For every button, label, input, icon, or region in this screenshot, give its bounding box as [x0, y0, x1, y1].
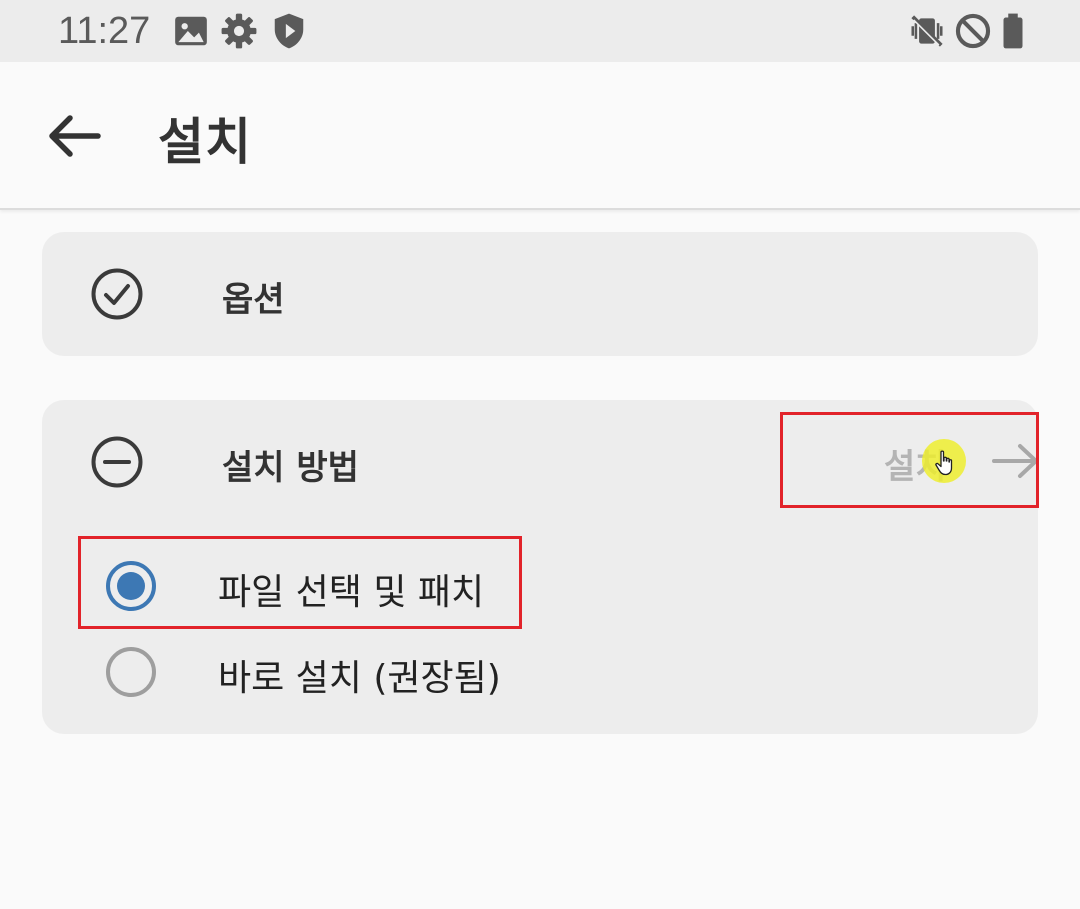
page-title: 설치	[158, 113, 252, 171]
status-time: 11:27	[58, 10, 151, 52]
image-icon	[175, 16, 207, 46]
radio-button-unchecked[interactable]	[106, 647, 156, 697]
arrow-back-icon[interactable]	[40, 108, 108, 164]
status-bar: 11:27	[0, 0, 1080, 62]
battery-icon	[1003, 13, 1023, 49]
radio-button-checked[interactable]	[106, 561, 156, 611]
radio-label-file-patch: 파일 선택 및 패치	[218, 572, 485, 613]
install-method-card: 설치 방법 설치 파일 선택 및 패치 바로 설치 (권장됨)	[42, 400, 1038, 734]
vibrate-mute-icon	[911, 15, 943, 47]
shield-play-icon	[274, 13, 304, 49]
gear-icon	[221, 13, 257, 49]
arrow-forward-icon	[992, 444, 1038, 478]
app-bar: 설치	[0, 62, 1080, 210]
radio-option-file-patch[interactable]: 파일 선택 및 패치	[106, 550, 526, 622]
options-label: 옵션	[222, 280, 285, 320]
check-circle-icon	[91, 268, 143, 320]
hand-pointer-icon	[935, 450, 953, 476]
options-card[interactable]: 옵션	[42, 232, 1038, 356]
install-method-label: 설치 방법	[222, 448, 359, 488]
radio-option-direct-install[interactable]: 바로 설치 (권장됨)	[106, 636, 526, 708]
do-not-disturb-icon	[955, 13, 991, 49]
minus-circle-icon[interactable]	[90, 435, 144, 489]
install-button[interactable]: 설치	[824, 415, 1078, 507]
radio-label-direct-install: 바로 설치 (권장됨)	[218, 658, 501, 699]
